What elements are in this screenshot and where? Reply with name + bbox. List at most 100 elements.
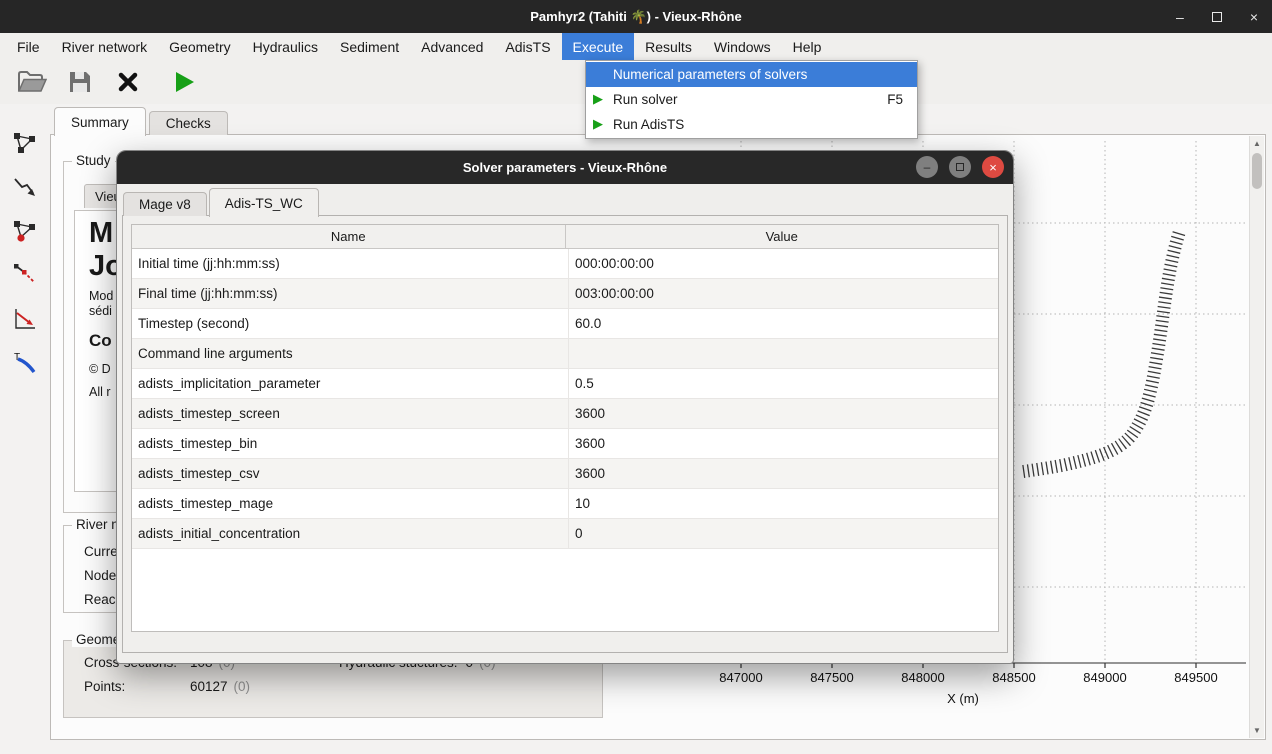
menu-adists[interactable]: AdisTS [494, 33, 561, 60]
slope-tool-icon [12, 306, 38, 332]
param-value-cell[interactable] [569, 339, 998, 368]
param-name-cell[interactable]: adists_timestep_bin [132, 429, 569, 458]
param-row-adists-implicitation-parameter[interactable]: adists_implicitation_parameter0.5 [132, 369, 998, 399]
profile-tool-button[interactable] [10, 172, 40, 202]
menu-windows[interactable]: Windows [703, 33, 782, 60]
param-row-adists-timestep-csv[interactable]: adists_timestep_csv3600 [132, 459, 998, 489]
profile-tool-icon [12, 174, 38, 200]
param-name-cell[interactable]: adists_timestep_csv [132, 459, 569, 488]
menubar: FileRiver networkGeometryHydraulicsSedim… [0, 33, 1272, 60]
execute-menu-item-numerical-parameters-of-solvers[interactable]: Numerical parameters of solvers [586, 62, 917, 87]
open-folder-icon [17, 69, 47, 95]
parameters-table-body: Initial time (jj:hh:mm:ss)000:00:00:00Fi… [132, 249, 998, 549]
tab-mage-v8-label: Mage v8 [139, 197, 191, 212]
param-row-timestep-second[interactable]: Timestep (second)60.0 [132, 309, 998, 339]
branch-tool-button[interactable] [10, 260, 40, 290]
scroll-down-icon[interactable]: ▼ [1250, 723, 1264, 738]
network-tool-button[interactable] [10, 128, 40, 158]
param-row-adists-initial-concentration[interactable]: adists_initial_concentration0 [132, 519, 998, 549]
tab-summary-label: Summary [71, 115, 129, 130]
param-row-final-time-jj-hh-mm-ss[interactable]: Final time (jj:hh:mm:ss)003:00:00:00 [132, 279, 998, 309]
execute-menu-item-run-solver[interactable]: ▶Run solverF5 [586, 87, 917, 112]
menu-advanced[interactable]: Advanced [410, 33, 494, 60]
dialog-titlebar[interactable]: Solver parameters - Vieux-Rhône – × [117, 151, 1013, 184]
menu-item-label: Run solver [613, 92, 678, 107]
tab-adis-ts-wc[interactable]: Adis-TS_WC [209, 188, 319, 217]
param-value-cell[interactable]: 3600 [569, 399, 998, 428]
shortcut-label: F5 [887, 92, 917, 107]
add-node-tool-icon [12, 218, 38, 244]
branch-tool-icon [12, 262, 38, 288]
maximize-icon[interactable] [1212, 12, 1222, 22]
menu-geometry[interactable]: Geometry [158, 33, 241, 60]
open-button[interactable] [14, 64, 50, 100]
dialog-tabbar: Mage v8 Adis-TS_WC [123, 187, 319, 216]
param-name-cell[interactable]: adists_initial_concentration [132, 519, 569, 548]
menu-river-network[interactable]: River network [51, 33, 159, 60]
window-titlebar[interactable]: Pamhyr2 (Tahiti 🌴) - Vieux-Rhône – × [0, 0, 1272, 33]
column-header-name[interactable]: Name [132, 225, 565, 248]
param-row-adists-timestep-screen[interactable]: adists_timestep_screen3600 [132, 399, 998, 429]
menu-execute[interactable]: Execute [562, 33, 635, 60]
param-name-cell[interactable]: Final time (jj:hh:mm:ss) [132, 279, 569, 308]
param-name-cell[interactable]: adists_implicitation_parameter [132, 369, 569, 398]
x-tick-label: 847500 [810, 670, 853, 685]
tab-adis-ts-wc-label: Adis-TS_WC [225, 196, 303, 211]
param-name-cell[interactable]: adists_timestep_mage [132, 489, 569, 518]
param-row-initial-time-jj-hh-mm-ss[interactable]: Initial time (jj:hh:mm:ss)000:00:00:00 [132, 249, 998, 279]
play-icon: ▶ [593, 116, 603, 132]
tab-mage-v8[interactable]: Mage v8 [123, 192, 207, 216]
param-value-cell[interactable]: 0.5 [569, 369, 998, 398]
temperature-tool-button[interactable]: T [10, 348, 40, 378]
window-controls: – × [1176, 0, 1258, 33]
menu-help[interactable]: Help [782, 33, 833, 60]
menu-hydraulics[interactable]: Hydraulics [242, 33, 329, 60]
close-study-button[interactable] [110, 64, 146, 100]
menu-results[interactable]: Results [634, 33, 703, 60]
param-name-cell[interactable]: Initial time (jj:hh:mm:ss) [132, 249, 569, 278]
vertical-scrollbar[interactable]: ▲ ▼ [1249, 136, 1264, 738]
minimize-icon[interactable]: – [1176, 9, 1184, 25]
scrollbar-thumb[interactable] [1252, 153, 1262, 189]
close-icon[interactable]: × [1250, 9, 1258, 25]
study-group-label: Study [72, 153, 115, 168]
param-row-command-line-arguments[interactable]: Command line arguments [132, 339, 998, 369]
tab-summary[interactable]: Summary [54, 107, 146, 136]
param-value-cell[interactable]: 10 [569, 489, 998, 518]
delete-icon [116, 70, 140, 94]
window-title: Pamhyr2 (Tahiti 🌴) - Vieux-Rhône [530, 9, 741, 25]
dialog-minimize-icon[interactable]: – [916, 156, 938, 178]
scroll-up-icon[interactable]: ▲ [1250, 136, 1264, 151]
execute-menu: Numerical parameters of solvers ▶ Run solv… [585, 60, 918, 139]
param-row-adists-timestep-mage[interactable]: adists_timestep_mage10 [132, 489, 998, 519]
run-solver-button[interactable] [166, 64, 202, 100]
tab-checks-label: Checks [166, 116, 211, 131]
param-value-cell[interactable]: 60.0 [569, 309, 998, 338]
x-axis-label: X (m) [947, 691, 979, 706]
param-name-cell[interactable]: Timestep (second) [132, 309, 569, 338]
save-button[interactable] [62, 64, 98, 100]
dialog-maximize-icon[interactable] [949, 156, 971, 178]
dialog-close-icon[interactable]: × [982, 156, 1004, 178]
param-value-cell[interactable]: 000:00:00:00 [569, 249, 998, 278]
param-name-cell[interactable]: adists_timestep_screen [132, 399, 569, 428]
param-value-cell[interactable]: 003:00:00:00 [569, 279, 998, 308]
menu-item-label: Run AdisTS [613, 117, 684, 132]
param-name-cell[interactable]: Command line arguments [132, 339, 569, 368]
dialog-controls: – × [916, 156, 1004, 178]
param-value-cell[interactable]: 0 [569, 519, 998, 548]
stat-points-extra: (0) [234, 679, 251, 694]
column-header-value[interactable]: Value [565, 225, 999, 248]
param-value-cell[interactable]: 3600 [569, 459, 998, 488]
x-tick-label: 848500 [992, 670, 1035, 685]
tab-checks[interactable]: Checks [149, 111, 228, 135]
param-row-adists-timestep-bin[interactable]: adists_timestep_bin3600 [132, 429, 998, 459]
param-value-cell[interactable]: 3600 [569, 429, 998, 458]
slope-tool-button[interactable] [10, 304, 40, 334]
run-icon [171, 69, 197, 95]
menu-sediment[interactable]: Sediment [329, 33, 410, 60]
table-header: Name Value [132, 225, 998, 249]
execute-menu-item-run-adists[interactable]: ▶ Run AdisTS [586, 112, 917, 137]
menu-file[interactable]: File [6, 33, 51, 60]
add-node-tool-button[interactable] [10, 216, 40, 246]
